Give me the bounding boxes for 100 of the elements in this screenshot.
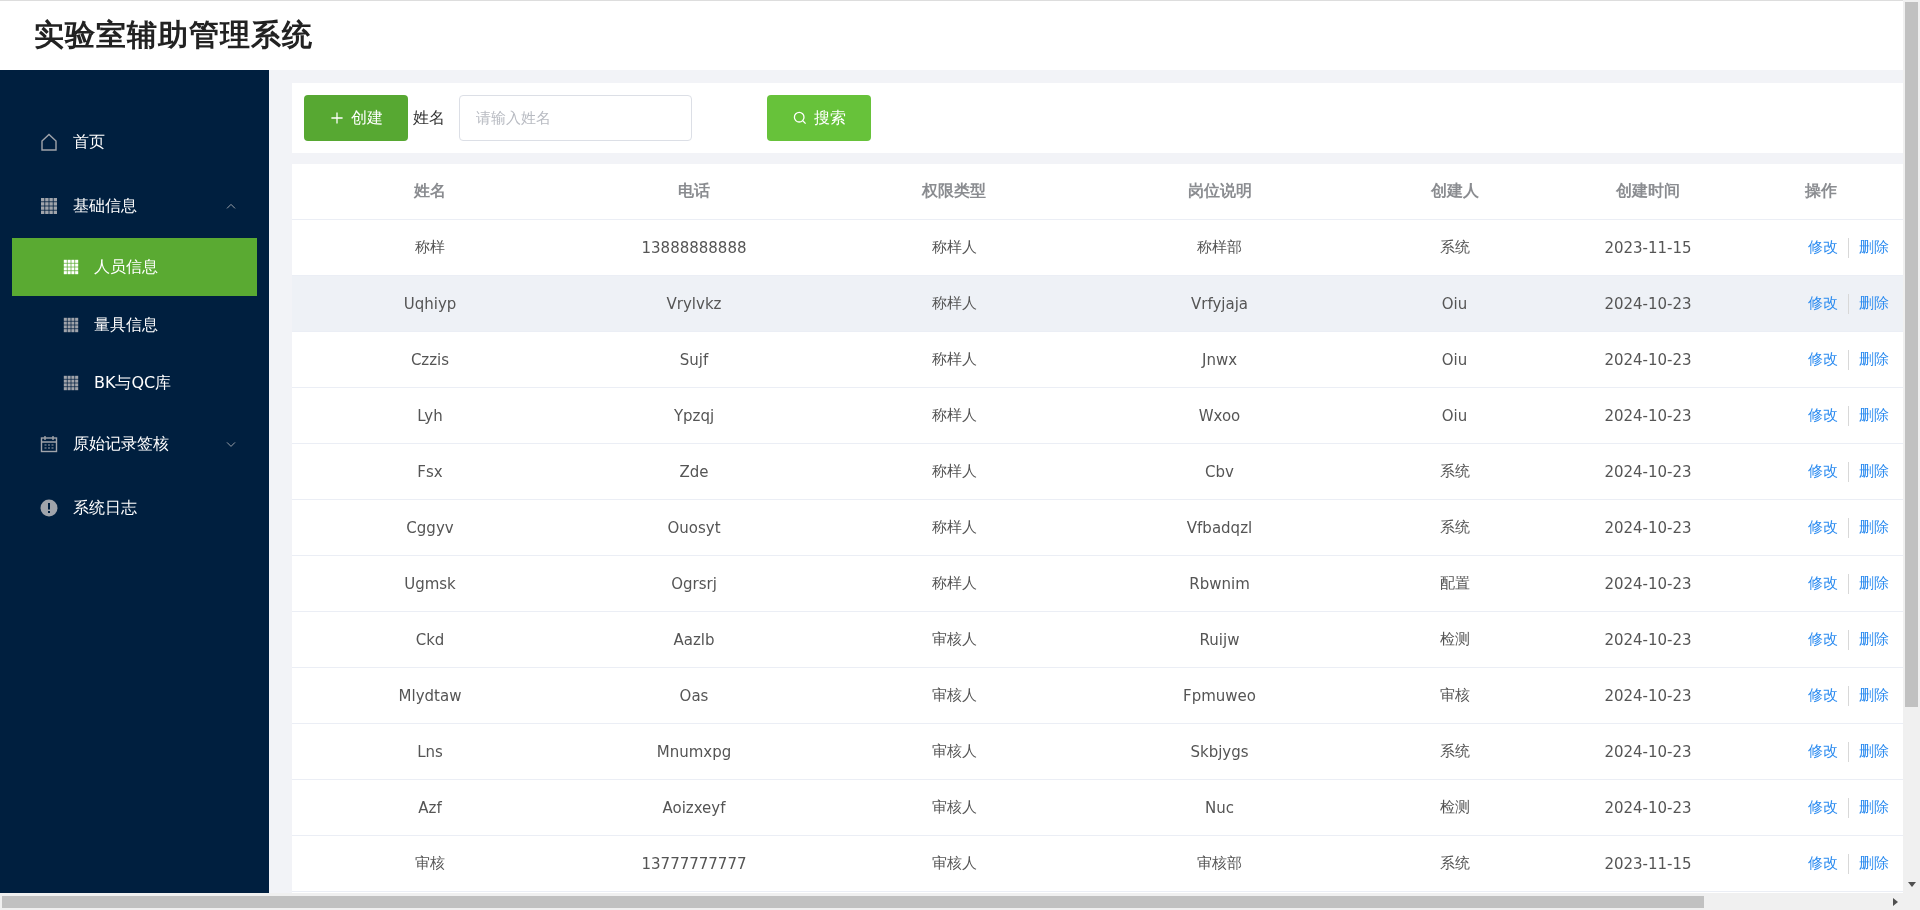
table-row[interactable]: Mlydtaw Oas 审核人 Fpmuweo 审核 2024-10-23 修改 删除 [292,668,1903,724]
table-cell-text: Vrylvkz [665,294,723,313]
menu-item[interactable]: 首页 [12,110,257,174]
table-cell-text: Ogrsrj [670,574,718,593]
table-row[interactable]: 审核 13777777777 审核人 审核部 系统 2023-11-15 修改 删除 [292,836,1903,892]
column-header: 权限类型 [920,181,987,202]
table-cell-text: Ruijw [1198,630,1241,649]
delete-link[interactable]: 删除 [1859,294,1889,313]
column-header: 操作 [1803,181,1838,202]
table-cell-text: 审核人 [930,686,978,705]
edit-link[interactable]: 修改 [1808,462,1838,481]
table-cell-text: Azf [417,798,443,817]
edit-link[interactable]: 修改 [1808,350,1838,369]
table-cell-text: 称样 [414,238,446,257]
delete-link[interactable]: 删除 [1859,686,1889,705]
vertical-scrollbar[interactable] [1903,0,1920,910]
table-cell-text: 审核部 [1196,854,1243,873]
table-cell-text: Mlydtaw [397,686,463,705]
table-cell-text: 系统 [1438,238,1471,257]
table-row[interactable]: Lns Mnumxpg 审核人 Skbjygs 系统 2024-10-23 修改 删除 [292,724,1903,780]
table-row[interactable]: Czzis Sujf 称样人 Jnwx Oiu 2024-10-23 修改 删除 [292,332,1903,388]
table-cell-text: 称样人 [930,406,978,425]
table-cell-text: 系统 [1438,462,1471,481]
edit-link[interactable]: 修改 [1808,294,1838,313]
table-cell-text: Ypzqj [672,406,716,425]
table-cell-text: 系统 [1438,742,1471,761]
delete-link[interactable]: 删除 [1859,406,1889,425]
table-cell-text: 13777777777 [640,854,748,873]
edit-link[interactable]: 修改 [1808,238,1838,257]
delete-link[interactable]: 删除 [1859,742,1889,761]
delete-link[interactable]: 删除 [1859,574,1889,593]
table-cell-text: Oas [678,686,710,705]
home-icon [39,132,59,152]
edit-link[interactable]: 修改 [1808,574,1838,593]
table-cell-text: 2024-10-23 [1603,350,1693,369]
table-cell-text: 系统 [1438,854,1471,873]
table-cell-text: Jnwx [1200,350,1239,369]
table-cell-text: 2024-10-23 [1603,686,1693,705]
table-cell-text: Wxoo [1197,406,1242,425]
table-cell-text: Lns [416,742,444,761]
column-header: 创建人 [1429,181,1480,202]
table-cell-text: 2024-10-23 [1603,574,1693,593]
grid-icon [62,374,80,392]
delete-link[interactable]: 删除 [1859,238,1889,257]
table-cell-text: Ouosyt [666,518,722,537]
plus-icon [329,110,345,126]
scroll-right-arrow-icon[interactable] [1891,896,1899,907]
table-row[interactable]: Ugmsk Ogrsrj 称样人 Rbwnim 配置 2024-10-23 修改 删除 [292,556,1903,612]
table-cell-text: 称样人 [930,574,978,593]
delete-link[interactable]: 删除 [1859,854,1889,873]
table-cell-text: Cggyv [405,518,455,537]
name-input-field[interactable]: 请输入姓名 [459,95,692,141]
delete-link[interactable]: 删除 [1859,798,1889,817]
column-header: 电话 [677,181,711,202]
edit-link[interactable]: 修改 [1808,406,1838,425]
table-row[interactable]: Ckd Aazlb 审核人 Ruijw 检测 2024-10-23 修改 删除 [292,612,1903,668]
table-row[interactable]: Lyh Ypzqj 称样人 Wxoo Oiu 2024-10-23 修改 删除 [292,388,1903,444]
create-button[interactable]: 创建 [304,95,408,141]
table-cell-text: Aazlb [672,630,716,649]
table-cell-text: 系统 [1438,518,1471,537]
field-label: 姓名 [413,107,445,129]
table-cell-text: 2024-10-23 [1603,406,1693,425]
submenu-item[interactable]: 人员信息 [12,238,257,296]
table-cell-text: Sujf [678,350,710,369]
table-cell-text: 检测 [1438,630,1471,649]
table-cell-text: Mnumxpg [655,742,733,761]
scroll-down-arrow-icon[interactable] [1906,880,1917,888]
table-cell-text: Ckd [414,630,446,649]
table-row[interactable]: Uqhiyp Vrylvkz 称样人 Vrfyjaja Oiu 2024-10-23 修改 删除 [292,276,1903,332]
table-cell-text: 称样人 [930,462,978,481]
edit-link[interactable]: 修改 [1808,518,1838,537]
table-row[interactable]: Cggyv Ouosyt 称样人 Vfbadqzl 系统 2024-10-23 修改 删除 [292,500,1903,556]
table-cell-text: 检测 [1438,798,1471,817]
menu-item[interactable]: 基础信息 [12,174,257,238]
edit-link[interactable]: 修改 [1808,686,1838,705]
table-cell-text: 配置 [1438,574,1471,593]
table-cell-text: Ugmsk [403,574,457,593]
edit-link[interactable]: 修改 [1808,798,1838,817]
submenu-item[interactable]: 量具信息 [12,296,257,354]
table-cell-text: 称样人 [930,350,978,369]
edit-link[interactable]: 修改 [1808,742,1838,761]
grid-icon [39,196,59,216]
menu-item[interactable]: 原始记录签核 [12,412,257,476]
edit-link[interactable]: 修改 [1808,630,1838,649]
table-cell-text: 2023-11-15 [1603,238,1693,257]
submenu-item[interactable]: BK与QC库 [12,354,257,412]
table-cell-text: 2024-10-23 [1603,742,1693,761]
edit-link[interactable]: 修改 [1808,854,1838,873]
table-cell-text: 称样人 [930,518,978,537]
delete-link[interactable]: 删除 [1859,630,1889,649]
delete-link[interactable]: 删除 [1859,462,1889,481]
table-row[interactable]: Fsx Zde 称样人 Cbv 系统 2024-10-23 修改 删除 [292,444,1903,500]
horizontal-scrollbar[interactable] [0,893,1903,910]
delete-link[interactable]: 删除 [1859,350,1889,369]
delete-link[interactable]: 删除 [1859,518,1889,537]
menu-item[interactable]: 系统日志 [12,476,257,540]
table-cell-text: Rbwnim [1188,574,1251,593]
search-button[interactable]: 搜索 [767,95,871,141]
table-row[interactable]: Azf Aoizxeyf 审核人 Nuc 检测 2024-10-23 修改 删除 [292,780,1903,836]
table-cell-text: 审核人 [930,854,978,873]
